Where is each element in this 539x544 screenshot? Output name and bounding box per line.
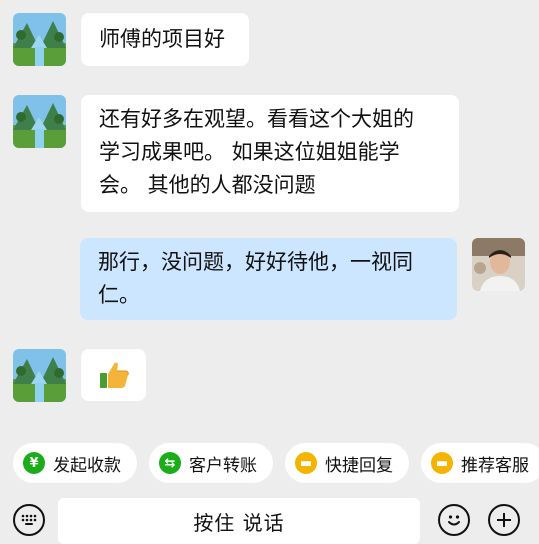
recommend-service-button[interactable]: ▬ 推荐客服 [421, 443, 539, 483]
landscape-avatar-icon [13, 13, 66, 66]
contact-avatar[interactable] [13, 349, 66, 402]
emoji-button[interactable] [438, 504, 470, 536]
contact-avatar[interactable] [13, 95, 66, 148]
keyboard-icon [21, 514, 37, 525]
hold-to-talk-label: 按住 说话 [193, 510, 285, 535]
yen-icon: ¥ [23, 452, 45, 474]
input-bar: 按住 说话 [0, 496, 539, 544]
chip-label: 客户转账 [189, 455, 257, 476]
transfer-icon: ⇆ [159, 452, 181, 474]
message-bubble-incoming[interactable]: 还有好多在观望。看看这个大姐的 学习成果吧。 如果这位姐姐能学 会。 其他的人都… [81, 95, 459, 212]
plus-icon [497, 513, 511, 527]
contact-avatar[interactable] [13, 13, 66, 66]
landscape-avatar-icon [13, 349, 66, 402]
message-text: 师傅的项目好 [99, 27, 225, 51]
chip-label: 推荐客服 [461, 455, 529, 476]
quick-reply-button[interactable]: ▬ 快捷回复 [285, 443, 409, 483]
chip-label: 快捷回复 [325, 455, 393, 476]
chip-label: 发起收款 [53, 455, 121, 476]
message-bubble-outgoing[interactable]: 那行，没问题，好好待他，一视同 仁。 [80, 238, 457, 320]
chat-icon: ▬ [295, 452, 317, 474]
request-payment-button[interactable]: ¥ 发起收款 [13, 443, 137, 483]
my-avatar[interactable] [472, 238, 525, 291]
thumbs-up-icon [99, 362, 129, 388]
customer-transfer-button[interactable]: ⇆ 客户转账 [149, 443, 273, 483]
message-text: 那行，没问题，好好待他，一视同 仁。 [98, 250, 413, 307]
smiley-icon [448, 515, 460, 526]
message-bubble-incoming[interactable] [81, 349, 146, 401]
keyboard-toggle-button[interactable] [13, 504, 45, 536]
message-text: 还有好多在观望。看看这个大姐的 学习成果吧。 如果这位姐姐能学 会。 其他的人都… [99, 107, 414, 197]
landscape-avatar-icon [13, 95, 66, 148]
more-button[interactable] [488, 504, 520, 536]
chat-icon: ▬ [431, 452, 453, 474]
person-photo-icon [472, 238, 525, 291]
message-bubble-incoming[interactable]: 师傅的项目好 [81, 13, 249, 66]
quick-action-bar: ¥ 发起收款 ⇆ 客户转账 ▬ 快捷回复 ▬ 推荐客服 [0, 443, 539, 483]
hold-to-talk-button[interactable]: 按住 说话 [58, 498, 420, 544]
